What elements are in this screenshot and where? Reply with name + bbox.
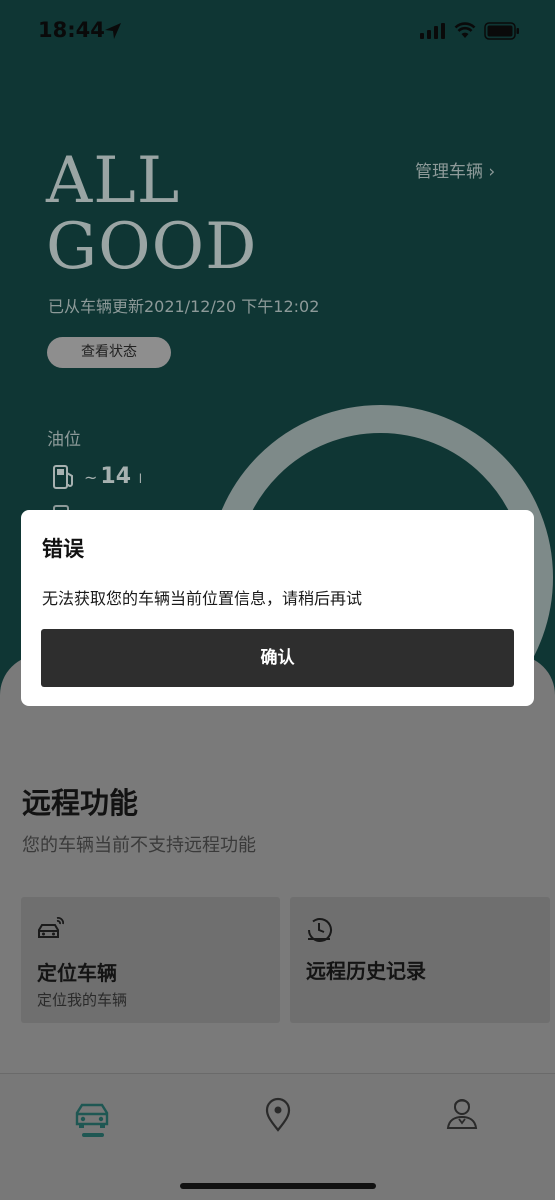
location-pin-icon[interactable] bbox=[259, 1094, 297, 1134]
car-locate-icon bbox=[38, 917, 64, 938]
car-icon[interactable] bbox=[73, 1094, 111, 1134]
location-arrow-icon bbox=[105, 23, 121, 39]
last-update-text: 已从车辆更新2021/12/20 下午12:02 bbox=[48, 297, 320, 316]
remote-functions-title: 远程功能 bbox=[22, 786, 139, 820]
fuel-value: 14 bbox=[100, 464, 132, 489]
locate-vehicle-card[interactable]: 定位车辆 定位我的车辆 bbox=[21, 897, 280, 1023]
status-bar: 18:44 bbox=[0, 0, 555, 62]
remote-functions-subtitle: 您的车辆当前不支持远程功能 bbox=[22, 835, 256, 856]
fuel-label: 油位 bbox=[47, 430, 81, 450]
locate-vehicle-title: 定位车辆 bbox=[37, 961, 117, 985]
fuel-pump-icon bbox=[53, 465, 73, 489]
battery-icon bbox=[484, 22, 519, 40]
hero-title: ALL GOOD bbox=[46, 148, 257, 280]
remote-history-title: 远程历史记录 bbox=[306, 959, 426, 983]
error-dialog: 错误 无法获取您的车辆当前位置信息，请稍后再试 确认 bbox=[21, 510, 534, 706]
manage-vehicles-link[interactable]: 管理车辆 › bbox=[415, 157, 495, 182]
confirm-button[interactable]: 确认 bbox=[41, 629, 514, 687]
history-clock-icon bbox=[308, 918, 332, 942]
home-indicator[interactable] bbox=[180, 1183, 376, 1189]
fuel-approx: ~ bbox=[84, 468, 98, 487]
locate-vehicle-subtitle: 定位我的车辆 bbox=[37, 991, 128, 1009]
fuel-range: ~14 l bbox=[84, 464, 142, 489]
wifi-icon bbox=[454, 22, 476, 38]
cellular-signal-icon bbox=[420, 23, 445, 39]
view-status-button[interactable]: 查看状态 bbox=[47, 337, 171, 368]
status-time: 18:44 bbox=[38, 18, 105, 42]
fuel-unit: l bbox=[138, 472, 143, 486]
dialog-title: 错误 bbox=[42, 537, 84, 561]
concierge-person-icon[interactable] bbox=[443, 1094, 481, 1134]
dialog-message: 无法获取您的车辆当前位置信息，请稍后再试 bbox=[42, 589, 363, 608]
active-tab-indicator bbox=[82, 1133, 104, 1137]
hero-title-line1: ALL bbox=[46, 144, 181, 218]
remote-history-card[interactable]: 远程历史记录 bbox=[290, 897, 550, 1023]
hero-title-line2: GOOD bbox=[46, 210, 258, 284]
